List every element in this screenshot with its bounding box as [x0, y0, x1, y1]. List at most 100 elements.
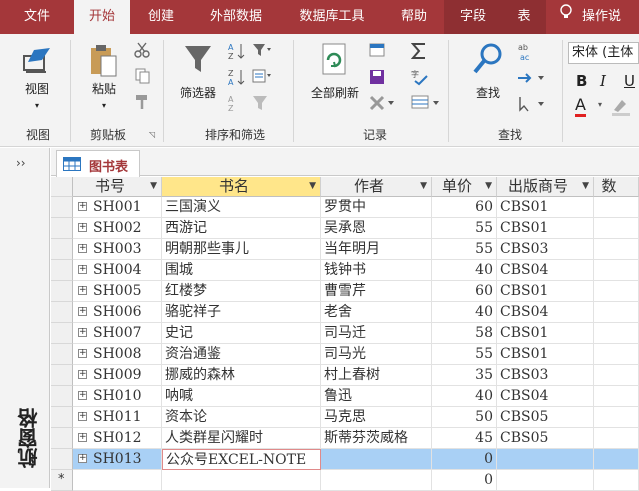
- row-selector[interactable]: [51, 323, 73, 344]
- row-selector[interactable]: [51, 260, 73, 281]
- table-cell[interactable]: 钱钟书: [321, 260, 432, 281]
- expand-subdatasheet-icon[interactable]: +: [78, 349, 87, 358]
- sort-ascending-icon[interactable]: AZ: [228, 42, 246, 63]
- row-selector[interactable]: [51, 407, 73, 428]
- header-publisher-id[interactable]: 出版商号 ▼: [497, 177, 594, 197]
- table-cell[interactable]: [594, 344, 639, 365]
- table-cell[interactable]: CBS05: [497, 428, 594, 449]
- copy-icon[interactable]: [134, 68, 150, 87]
- header-more[interactable]: 数: [594, 177, 639, 197]
- tab-create[interactable]: 创建: [130, 0, 192, 34]
- table-cell[interactable]: 55: [432, 239, 497, 260]
- table-cell[interactable]: + SH003: [73, 239, 162, 260]
- table-cell[interactable]: 司马迁: [321, 323, 432, 344]
- table-cell[interactable]: [594, 428, 639, 449]
- table-cell[interactable]: [594, 239, 639, 260]
- table-cell[interactable]: [594, 281, 639, 302]
- save-record-icon[interactable]: [368, 68, 388, 89]
- table-cell[interactable]: 围城: [162, 260, 321, 281]
- table-cell[interactable]: CBS01: [497, 197, 594, 218]
- table-cell[interactable]: 60: [432, 281, 497, 302]
- spelling-icon[interactable]: 字: [411, 68, 429, 89]
- expand-subdatasheet-icon[interactable]: +: [78, 223, 87, 232]
- table-cell[interactable]: 60: [432, 197, 497, 218]
- delete-record-icon[interactable]: [368, 94, 396, 115]
- table-cell[interactable]: + SH007: [73, 323, 162, 344]
- expand-chevron-icon[interactable]: ››: [16, 156, 26, 170]
- row-selector[interactable]: [51, 344, 73, 365]
- expand-subdatasheet-icon[interactable]: +: [78, 286, 87, 295]
- table-cell[interactable]: 曹雪芹: [321, 281, 432, 302]
- format-painter-icon[interactable]: [134, 94, 150, 113]
- tab-table[interactable]: 表: [502, 0, 546, 34]
- expand-subdatasheet-icon[interactable]: +: [78, 328, 87, 337]
- expand-subdatasheet-icon[interactable]: +: [78, 454, 87, 463]
- table-cell[interactable]: 吴承恩: [321, 218, 432, 239]
- table-cell[interactable]: 公众号EXCEL-NOTE: [162, 449, 321, 470]
- table-cell[interactable]: 史记: [162, 323, 321, 344]
- filter-button[interactable]: 筛选器: [172, 42, 224, 101]
- row-selector[interactable]: [51, 197, 73, 218]
- highlight-icon[interactable]: [610, 96, 632, 119]
- table-cell[interactable]: 55: [432, 218, 497, 239]
- sort-dropdown-icon[interactable]: ▼: [309, 177, 316, 196]
- tab-database-tools[interactable]: 数据库工具: [280, 0, 384, 34]
- view-button[interactable]: 视图 ▾: [12, 42, 62, 111]
- header-price[interactable]: 单价 ▼: [432, 177, 497, 197]
- tab-external-data[interactable]: 外部数据: [192, 0, 280, 34]
- table-cell[interactable]: 挪威的森林: [162, 365, 321, 386]
- table-cell[interactable]: 50: [432, 407, 497, 428]
- table-cell[interactable]: CBS03: [497, 365, 594, 386]
- dialog-launcher-icon[interactable]: ◹: [149, 130, 155, 139]
- table-cell[interactable]: 红楼梦: [162, 281, 321, 302]
- tab-help[interactable]: 帮助: [384, 0, 444, 34]
- sort-dropdown-icon[interactable]: ▼: [582, 177, 589, 196]
- expand-subdatasheet-icon[interactable]: +: [78, 433, 87, 442]
- table-cell[interactable]: 35: [432, 365, 497, 386]
- table-cell[interactable]: 三国演义: [162, 197, 321, 218]
- selection-filter-icon[interactable]: [252, 42, 272, 63]
- advanced-filter-icon[interactable]: [252, 68, 272, 89]
- refresh-all-button[interactable]: 全部刷新: [302, 42, 368, 101]
- row-selector[interactable]: [51, 449, 73, 470]
- table-cell[interactable]: [321, 449, 432, 470]
- table-cell[interactable]: 村上春树: [321, 365, 432, 386]
- expand-subdatasheet-icon[interactable]: +: [78, 307, 87, 316]
- table-cell[interactable]: 马克思: [321, 407, 432, 428]
- row-selector[interactable]: [51, 365, 73, 386]
- table-cell[interactable]: 资治通鉴: [162, 344, 321, 365]
- table-cell[interactable]: + SH001: [73, 197, 162, 218]
- table-cell[interactable]: [594, 302, 639, 323]
- table-cell[interactable]: 斯蒂芬茨威格: [321, 428, 432, 449]
- tell-me[interactable]: 操作说: [560, 0, 639, 34]
- table-cell[interactable]: 40: [432, 302, 497, 323]
- row-selector[interactable]: [51, 239, 73, 260]
- table-cell[interactable]: 58: [432, 323, 497, 344]
- table-cell[interactable]: + SH005: [73, 281, 162, 302]
- header-book-title[interactable]: 书名 ▼: [162, 177, 321, 197]
- table-cell[interactable]: [594, 323, 639, 344]
- cut-icon[interactable]: [134, 42, 150, 61]
- table-cell[interactable]: 司马光: [321, 344, 432, 365]
- row-selector[interactable]: [51, 386, 73, 407]
- tab-home[interactable]: 开始: [74, 0, 130, 34]
- table-cell[interactable]: CBS04: [497, 386, 594, 407]
- table-cell[interactable]: 45: [432, 428, 497, 449]
- table-cell[interactable]: 40: [432, 260, 497, 281]
- table-cell[interactable]: 明朝那些事儿: [162, 239, 321, 260]
- table-cell[interactable]: 罗贯中: [321, 197, 432, 218]
- table-cell[interactable]: + SH004: [73, 260, 162, 281]
- table-cell[interactable]: + SH011: [73, 407, 162, 428]
- find-button[interactable]: 查找: [466, 42, 510, 101]
- table-cell[interactable]: CBS03: [497, 239, 594, 260]
- expand-subdatasheet-icon[interactable]: +: [78, 391, 87, 400]
- table-cell[interactable]: + SH009: [73, 365, 162, 386]
- paste-button[interactable]: 粘贴 ▾: [80, 42, 128, 111]
- header-author[interactable]: 作者 ▼: [321, 177, 432, 197]
- table-cell[interactable]: [594, 365, 639, 386]
- table-cell[interactable]: CBS05: [497, 407, 594, 428]
- table-cell[interactable]: 骆驼祥子: [162, 302, 321, 323]
- table-cell[interactable]: 40: [432, 386, 497, 407]
- table-cell[interactable]: 55: [432, 344, 497, 365]
- sort-dropdown-icon[interactable]: ▼: [150, 177, 157, 196]
